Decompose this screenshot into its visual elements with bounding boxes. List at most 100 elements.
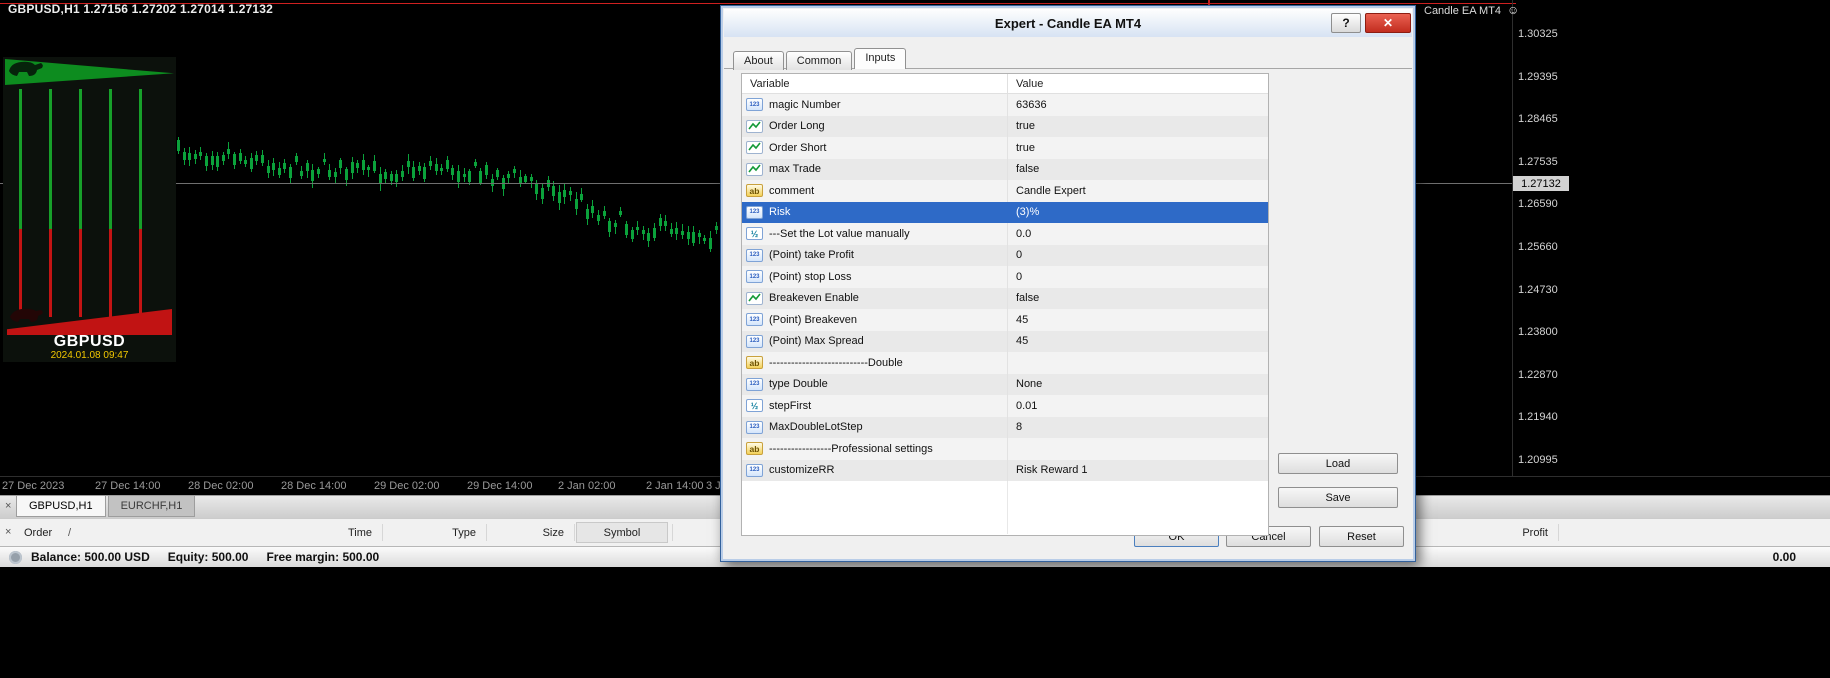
candle: [339, 160, 343, 168]
param-value[interactable]: None: [1007, 373, 1268, 395]
inputs-row[interactable]: 123 (Point) Max Spread 45: [742, 330, 1268, 352]
inputs-row[interactable]: 123 (Point) take Profit 0: [742, 244, 1268, 266]
param-value[interactable]: Risk Reward 1: [1007, 459, 1268, 481]
time-label: 27 Dec 2023: [2, 480, 65, 492]
green-indicator-line: [109, 89, 112, 229]
inputs-row[interactable]: Order Short true: [742, 137, 1268, 159]
param-value[interactable]: [1007, 438, 1268, 460]
orders-col-order[interactable]: Order: [24, 527, 52, 539]
inputs-row[interactable]: ½ stepFirst 0.01: [742, 395, 1268, 417]
inputs-table-header: Variable Value: [742, 74, 1268, 94]
orders-col-symbol[interactable]: Symbol: [576, 522, 668, 543]
total-profit-value: 0.00: [1772, 550, 1796, 564]
terminal-close-icon[interactable]: ×: [5, 526, 11, 538]
candle: [714, 226, 718, 230]
save-button[interactable]: Save: [1278, 487, 1398, 508]
candle: [462, 174, 466, 178]
column-header-value[interactable]: Value: [1007, 74, 1268, 93]
red-indicator-line: [139, 229, 142, 317]
candle: [193, 153, 197, 159]
param-value[interactable]: 8: [1007, 416, 1268, 438]
param-value[interactable]: 63636: [1007, 94, 1268, 116]
inputs-row[interactable]: 123 Risk (3)%: [742, 201, 1268, 223]
candle: [417, 166, 421, 171]
candle: [289, 166, 292, 178]
orders-col-type[interactable]: Type: [396, 527, 476, 539]
candle: [345, 168, 348, 180]
param-value[interactable]: true: [1007, 115, 1268, 137]
param-value[interactable]: Candle Expert: [1007, 180, 1268, 202]
tabbar-close-icon[interactable]: ×: [5, 500, 11, 512]
inputs-row[interactable]: Breakeven Enable false: [742, 287, 1268, 309]
param-value[interactable]: false: [1007, 287, 1268, 309]
param-value[interactable]: [1007, 352, 1268, 374]
chart-tab-gbpusd-h1[interactable]: GBPUSD,H1: [16, 496, 106, 517]
load-button[interactable]: Load: [1278, 453, 1398, 474]
candle: [473, 161, 477, 166]
candle: [613, 223, 617, 228]
column-separator: [672, 524, 673, 541]
param-name: Order Long: [769, 120, 825, 133]
inputs-row[interactable]: 123 MaxDoubleLotStep 8: [742, 416, 1268, 438]
inputs-row[interactable]: 123 type Double None: [742, 373, 1268, 395]
column-separator: [486, 524, 487, 541]
dialog-tab-inputs[interactable]: Inputs: [854, 48, 907, 69]
candle: [350, 161, 354, 174]
inputs-row[interactable]: ½ ---Set the Lot value manually 0.0: [742, 223, 1268, 245]
candle: [261, 155, 264, 164]
candle: [233, 154, 236, 166]
ea-smiley-icon: ☺: [1507, 3, 1520, 17]
param-value[interactable]: true: [1007, 137, 1268, 159]
param-value[interactable]: 45: [1007, 309, 1268, 331]
inputs-row[interactable]: ab comment Candle Expert: [742, 180, 1268, 202]
dialog-tab-common[interactable]: Common: [785, 51, 853, 70]
param-name: (Point) Max Spread: [769, 335, 864, 348]
param-type-icon-num: 123: [746, 420, 763, 434]
param-value[interactable]: 45: [1007, 330, 1268, 352]
chart-tab-eurchf-h1[interactable]: EURCHF,H1: [107, 496, 196, 517]
candle: [395, 174, 399, 183]
orders-col-size[interactable]: Size: [484, 527, 564, 539]
inputs-row[interactable]: 123 (Point) Breakeven 45: [742, 309, 1268, 331]
param-type-icon-chart: [746, 162, 763, 176]
inputs-row[interactable]: max Trade false: [742, 158, 1268, 180]
param-type-icon-num: 123: [746, 463, 763, 477]
inputs-row[interactable]: ab -----------------Professional settings: [742, 438, 1268, 460]
inputs-row[interactable]: ab ---------------------------Double: [742, 352, 1268, 374]
dialog-title[interactable]: Expert - Candle EA MT4: [724, 9, 1412, 37]
candle: [524, 175, 528, 182]
inputs-row[interactable]: 123 magic Number 63636: [742, 94, 1268, 116]
param-value[interactable]: 0: [1007, 266, 1268, 288]
candle: [333, 172, 337, 178]
param-value[interactable]: 0.0: [1007, 223, 1268, 245]
orders-col-profit[interactable]: Profit: [1466, 527, 1548, 539]
ea-badge[interactable]: Candle EA MT4 ☺: [1424, 3, 1519, 17]
candle: [703, 237, 707, 242]
inputs-row[interactable]: 123 (Point) stop Loss 0: [742, 266, 1268, 288]
param-value[interactable]: (3)%: [1007, 201, 1268, 223]
candle: [658, 217, 662, 227]
column-header-variable[interactable]: Variable: [750, 78, 790, 90]
inputs-row[interactable]: 123 customizeRR Risk Reward 1: [742, 459, 1268, 481]
candle: [636, 226, 640, 230]
param-name: stepFirst: [769, 399, 812, 412]
candle: [356, 163, 360, 169]
column-divider: [1007, 481, 1008, 534]
price-label: 1.20995: [1518, 454, 1558, 466]
candle: [429, 161, 432, 166]
inputs-row[interactable]: Order Long true: [742, 115, 1268, 137]
help-button[interactable]: ?: [1331, 13, 1361, 33]
candle: [361, 159, 365, 170]
orders-col-time[interactable]: Time: [292, 527, 372, 539]
param-type-icon-ab: ab: [746, 442, 763, 456]
param-value[interactable]: false: [1007, 158, 1268, 180]
chart-ohlc-title: GBPUSD,H1 1.27156 1.27202 1.27014 1.2713…: [8, 2, 274, 16]
dialog-tab-about[interactable]: About: [733, 51, 784, 70]
candle: [317, 168, 320, 175]
close-icon[interactable]: ✕: [1365, 13, 1411, 33]
param-value[interactable]: 0.01: [1007, 395, 1268, 417]
time-label: 28 Dec 02:00: [188, 480, 254, 492]
param-value[interactable]: 0: [1007, 244, 1268, 266]
reset-button[interactable]: Reset: [1319, 526, 1404, 547]
param-type-icon-chart: [746, 291, 763, 305]
